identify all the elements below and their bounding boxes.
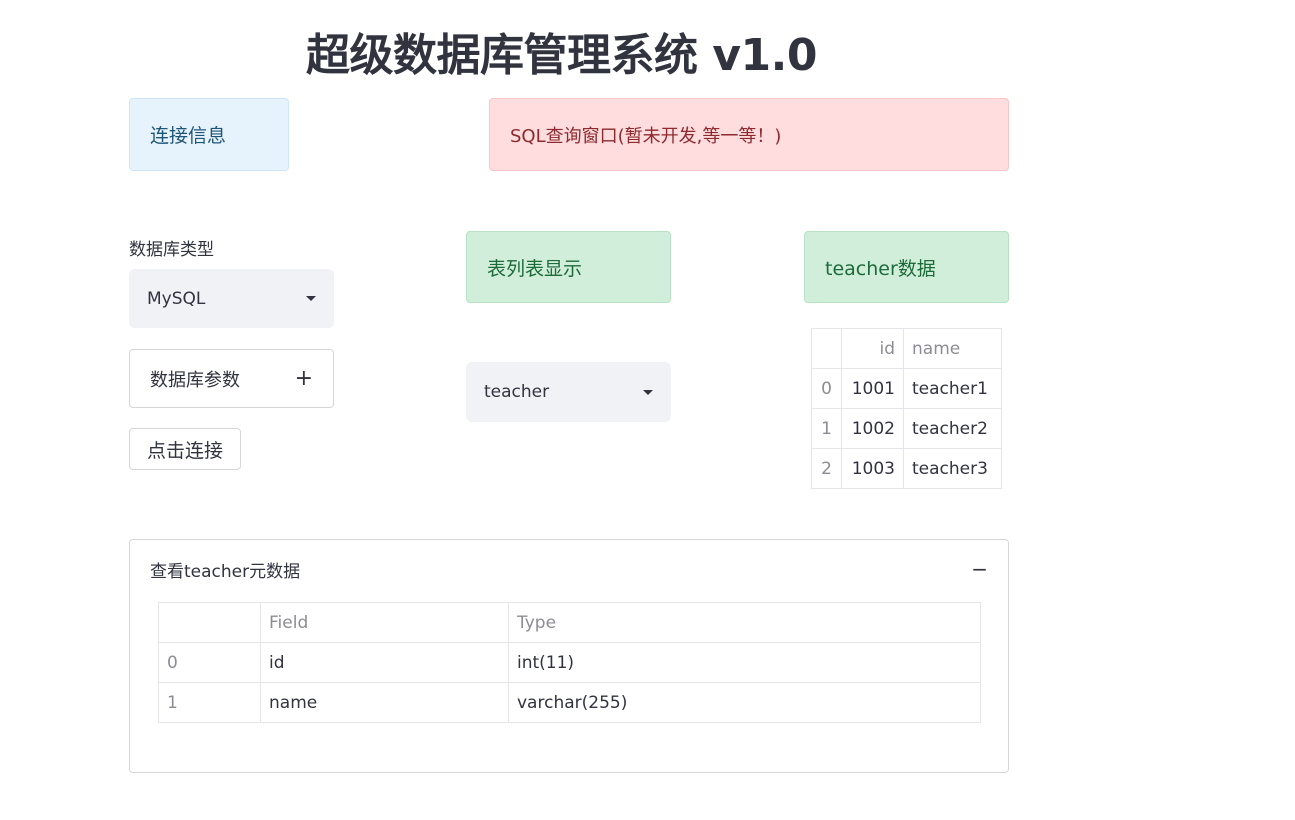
- cell-name: teacher1: [903, 368, 1002, 409]
- cell-id: 1002: [841, 408, 904, 449]
- db-type-selected-value: MySQL: [147, 288, 206, 309]
- column-header-name: name: [903, 328, 1002, 369]
- db-params-expander[interactable]: 数据库参数 +: [129, 349, 334, 408]
- table-row: 0 1001 teacher1: [811, 368, 1002, 409]
- table-list-alert: 表列表显示: [466, 231, 671, 303]
- table-data-alert: teacher数据: [804, 231, 1009, 303]
- table-row: 1 1002 teacher2: [811, 408, 1002, 449]
- plus-icon: +: [294, 365, 313, 391]
- sql-window-alert: SQL查询窗口(暂未开发,等一等！): [489, 98, 1009, 171]
- column-header-type: Type: [508, 602, 981, 643]
- metadata-expander-label: 查看teacher元数据: [150, 561, 301, 582]
- table-header-row: id name: [811, 328, 1002, 369]
- table-header-row: Field Type: [158, 602, 981, 643]
- minus-icon[interactable]: −: [971, 557, 988, 581]
- table-row: 1 name varchar(255): [158, 682, 981, 723]
- teacher-data-table: id name 0 1001 teacher1 1 1002 teacher2 …: [811, 328, 1002, 489]
- db-params-label: 数据库参数: [150, 369, 240, 391]
- row-index: 0: [158, 642, 261, 683]
- column-header-field: Field: [260, 602, 509, 643]
- connection-info-alert: 连接信息: [129, 98, 289, 171]
- column-header-index: [158, 602, 261, 643]
- row-index: 0: [811, 368, 842, 409]
- column-header-id: id: [841, 328, 904, 369]
- table-row: 2 1003 teacher3: [811, 448, 1002, 489]
- table-select-value: teacher: [484, 382, 550, 402]
- cell-id: 1003: [841, 448, 904, 489]
- connect-button[interactable]: 点击连接: [129, 428, 241, 470]
- row-index: 1: [158, 682, 261, 723]
- metadata-table: Field Type 0 id int(11) 1 name varchar(2…: [158, 602, 981, 723]
- chevron-down-icon: [306, 296, 316, 301]
- cell-field: id: [260, 642, 509, 683]
- cell-name: teacher3: [903, 448, 1002, 489]
- cell-type: int(11): [508, 642, 981, 683]
- column-header-index: [811, 328, 842, 369]
- cell-field: name: [260, 682, 509, 723]
- metadata-expander-header[interactable]: 查看teacher元数据 −: [150, 554, 988, 584]
- cell-id: 1001: [841, 368, 904, 409]
- page-title: 超级数据库管理系统 v1.0: [306, 30, 817, 81]
- row-index: 2: [811, 448, 842, 489]
- cell-name: teacher2: [903, 408, 1002, 449]
- row-index: 1: [811, 408, 842, 449]
- chevron-down-icon: [643, 389, 653, 395]
- db-type-select[interactable]: MySQL: [129, 269, 334, 328]
- db-type-label: 数据库类型: [129, 240, 214, 260]
- table-select[interactable]: teacher: [466, 362, 671, 422]
- cell-type: varchar(255): [508, 682, 981, 723]
- metadata-expander: 查看teacher元数据 − Field Type 0 id int(11) 1…: [129, 539, 1009, 773]
- table-row: 0 id int(11): [158, 642, 981, 683]
